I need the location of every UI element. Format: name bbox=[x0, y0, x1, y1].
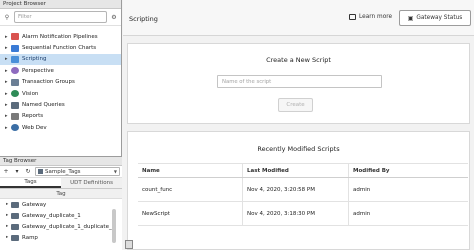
table-row[interactable]: count_func Nov 4, 2020, 3:20:58 PM admin bbox=[138, 178, 468, 202]
tree-item-label: Reports bbox=[22, 113, 44, 120]
left-sidebar: Project Browser ⚲ Filter ⚙ ▸ Alarm Notif… bbox=[0, 0, 122, 250]
tree-item-alarm-notification-pipelines[interactable]: ▸ Alarm Notification Pipelines bbox=[0, 31, 121, 42]
tag-browser-title: Tag Browser bbox=[3, 158, 37, 164]
modified-by-cell: admin bbox=[353, 186, 371, 193]
tag-item-label: Gateway_duplicate_1 bbox=[22, 212, 81, 219]
add-tag-icon[interactable]: + bbox=[2, 168, 10, 175]
project-tree: ▸ Alarm Notification Pipelines ▸ Sequent… bbox=[0, 26, 121, 134]
script-name-cell[interactable]: count_func bbox=[138, 178, 243, 201]
database-icon bbox=[38, 169, 43, 174]
project-browser-title: Project Browser bbox=[3, 1, 46, 7]
alarm-pipeline-icon bbox=[11, 33, 19, 41]
tree-item-label: Transaction Groups bbox=[22, 79, 75, 86]
web-dev-icon bbox=[11, 124, 19, 132]
tag-column-header[interactable]: Tag bbox=[0, 189, 122, 199]
create-button[interactable]: Create bbox=[278, 98, 313, 112]
tree-item-label: Scripting bbox=[22, 56, 47, 63]
tag-provider-value: Sample_Tags bbox=[45, 168, 81, 175]
page-title: Scripting bbox=[129, 15, 158, 23]
scripting-header: Scripting Learn more ▣ Gateway Status bbox=[123, 0, 474, 36]
scrollbar[interactable] bbox=[112, 209, 116, 243]
tree-item-named-queries[interactable]: ▸ Named Queries bbox=[0, 99, 121, 110]
tag-item-gateway[interactable]: ▸ Gateway bbox=[0, 199, 122, 210]
dropdown-icon[interactable]: ▾ bbox=[13, 168, 21, 175]
filter-icon[interactable]: ⚲ bbox=[2, 11, 12, 23]
perspective-icon bbox=[11, 67, 19, 75]
tree-item-label: Sequential Function Charts bbox=[22, 45, 97, 52]
transaction-groups-icon bbox=[11, 78, 19, 86]
tag-item-label: Ramp bbox=[22, 234, 38, 241]
create-script-title: Create a New Script bbox=[266, 56, 331, 64]
folder-icon bbox=[11, 201, 19, 208]
tag-toolbar: + ▾ ↻ Sample_Tags ▼ bbox=[0, 166, 122, 178]
gateway-status-label: Gateway Status bbox=[416, 15, 463, 21]
project-browser-header: Project Browser bbox=[0, 0, 121, 9]
scripting-icon bbox=[11, 55, 19, 63]
tag-provider-select[interactable]: Sample_Tags ▼ bbox=[35, 167, 120, 176]
tree-item-web-dev[interactable]: ▸ Web Dev bbox=[0, 122, 121, 133]
document-icon[interactable] bbox=[125, 240, 133, 249]
table-header-row: Name Last Modified Modified By bbox=[138, 163, 468, 178]
chevron-down-icon: ▼ bbox=[113, 169, 117, 174]
tag-browser-header: Tag Browser bbox=[0, 157, 122, 166]
tag-item-gateway-duplicate-1[interactable]: ▸ Gateway_duplicate_1 bbox=[0, 210, 122, 221]
tag-tabs: Tags UDT Definitions bbox=[0, 178, 122, 189]
gateway-status-button[interactable]: ▣ Gateway Status bbox=[399, 10, 471, 26]
tree-item-sequential-function-charts[interactable]: ▸ Sequential Function Charts bbox=[0, 42, 121, 53]
tab-udt-definitions[interactable]: UDT Definitions bbox=[61, 178, 122, 188]
table-row[interactable]: NewScript Nov 4, 2020, 3:18:30 PM admin bbox=[138, 202, 468, 226]
tag-item-label: Gateway bbox=[22, 201, 47, 208]
learn-more-link[interactable]: Learn more bbox=[349, 14, 392, 20]
learn-more-label: Learn more bbox=[359, 14, 393, 20]
folder-icon bbox=[11, 234, 19, 241]
tree-item-reports[interactable]: ▸ Reports bbox=[0, 111, 121, 122]
tree-item-transaction-groups[interactable]: ▸ Transaction Groups bbox=[0, 77, 121, 88]
tag-item-ramp[interactable]: ▸ Ramp bbox=[0, 232, 122, 243]
filter-input[interactable]: Filter bbox=[14, 11, 107, 23]
filter-row: ⚲ Filter ⚙ bbox=[0, 9, 121, 26]
tree-item-perspective[interactable]: ▸ Perspective bbox=[0, 65, 121, 76]
tree-item-label: Perspective bbox=[22, 67, 54, 74]
last-modified-cell: Nov 4, 2020, 3:18:30 PM bbox=[243, 202, 349, 225]
tree-item-label: Web Dev bbox=[22, 124, 47, 131]
tree-item-vision[interactable]: ▸ Vision bbox=[0, 88, 121, 99]
column-header-name[interactable]: Name bbox=[138, 164, 243, 177]
tree-item-label: Vision bbox=[22, 90, 39, 97]
book-icon bbox=[349, 14, 356, 20]
folder-icon bbox=[11, 223, 19, 230]
modified-by-cell: admin bbox=[353, 210, 371, 217]
filter-placeholder: Filter bbox=[18, 14, 32, 20]
tree-item-label: Named Queries bbox=[22, 102, 65, 109]
named-queries-icon bbox=[11, 101, 19, 109]
reports-icon bbox=[11, 112, 19, 120]
column-header-modified-by[interactable]: Modified By bbox=[349, 164, 468, 177]
last-modified-cell: Nov 4, 2020, 3:20:58 PM bbox=[243, 178, 349, 201]
script-name-input[interactable]: Name of the script bbox=[217, 75, 382, 88]
script-name-cell[interactable]: NewScript bbox=[138, 202, 243, 225]
refresh-icon[interactable]: ↻ bbox=[24, 168, 32, 175]
vision-icon bbox=[11, 90, 19, 98]
settings-icon[interactable]: ⚙ bbox=[109, 11, 119, 23]
tab-tags[interactable]: Tags bbox=[0, 178, 61, 188]
sfc-icon bbox=[11, 44, 19, 52]
tree-item-label: Alarm Notification Pipelines bbox=[22, 33, 98, 40]
gateway-icon: ▣ bbox=[407, 14, 414, 22]
tag-item-gateway-duplicate-1-duplicate-1[interactable]: ▸ Gateway_duplicate_1_duplicate_1 bbox=[0, 221, 122, 232]
recent-scripts-card: Recently Modified Scripts Name Last Modi… bbox=[127, 131, 470, 250]
recent-scripts-table: Name Last Modified Modified By count_fun… bbox=[138, 163, 468, 226]
column-header-last-modified[interactable]: Last Modified bbox=[243, 164, 349, 177]
tag-item-label: Gateway_duplicate_1_duplicate_1 bbox=[22, 223, 116, 230]
folder-icon bbox=[11, 212, 19, 219]
tree-item-scripting[interactable]: ▸ Scripting bbox=[0, 53, 121, 66]
main-workspace: Scripting Learn more ▣ Gateway Status Cr… bbox=[123, 0, 474, 250]
tag-browser-panel: Tag Browser + ▾ ↻ Sample_Tags ▼ Tags UDT… bbox=[0, 156, 122, 250]
recent-scripts-title: Recently Modified Scripts bbox=[257, 145, 340, 153]
script-name-placeholder: Name of the script bbox=[222, 78, 272, 85]
